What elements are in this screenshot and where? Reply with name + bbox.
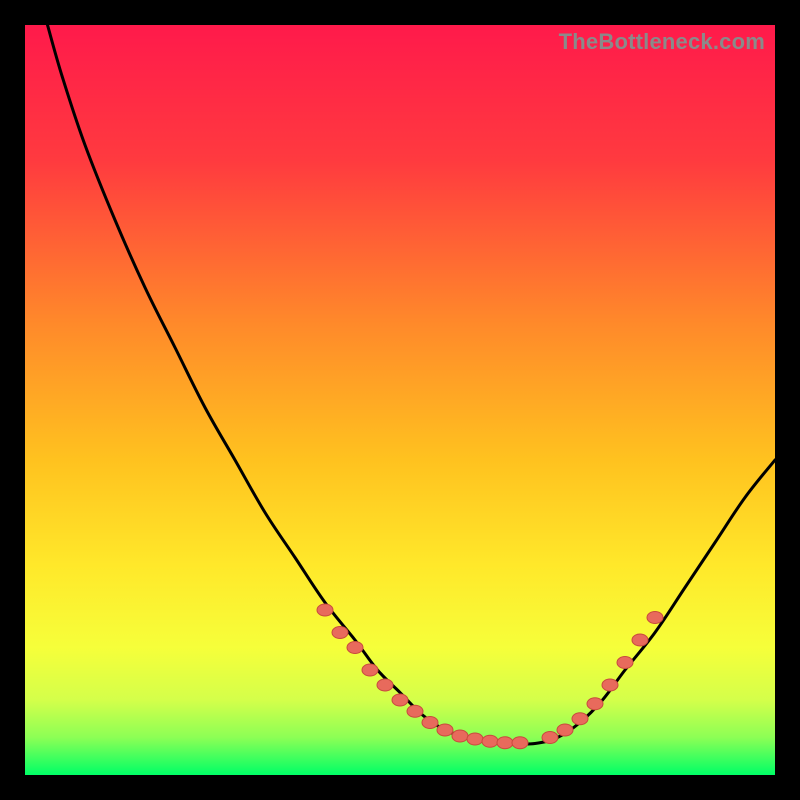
sample-dot xyxy=(557,724,573,736)
sample-dot xyxy=(362,664,378,676)
sample-dot xyxy=(632,634,648,646)
sample-dot xyxy=(647,612,663,624)
sample-dot xyxy=(347,642,363,654)
bottleneck-chart xyxy=(25,25,775,775)
sample-dot xyxy=(317,604,333,616)
gradient-background xyxy=(25,25,775,775)
sample-dot xyxy=(587,698,603,710)
sample-dot xyxy=(617,657,633,669)
sample-dot xyxy=(377,679,393,691)
sample-dot xyxy=(512,737,528,749)
sample-dot xyxy=(542,732,558,744)
sample-dot xyxy=(332,627,348,639)
sample-dot xyxy=(572,713,588,725)
chart-frame: TheBottleneck.com xyxy=(25,25,775,775)
sample-dot xyxy=(602,679,618,691)
watermark-text: TheBottleneck.com xyxy=(559,29,765,55)
sample-dot xyxy=(437,724,453,736)
sample-dot xyxy=(452,730,468,742)
sample-dot xyxy=(392,694,408,706)
sample-dot xyxy=(407,705,423,717)
sample-dot xyxy=(497,737,513,749)
sample-dot xyxy=(467,733,483,745)
sample-dot xyxy=(482,735,498,747)
sample-dot xyxy=(422,717,438,729)
